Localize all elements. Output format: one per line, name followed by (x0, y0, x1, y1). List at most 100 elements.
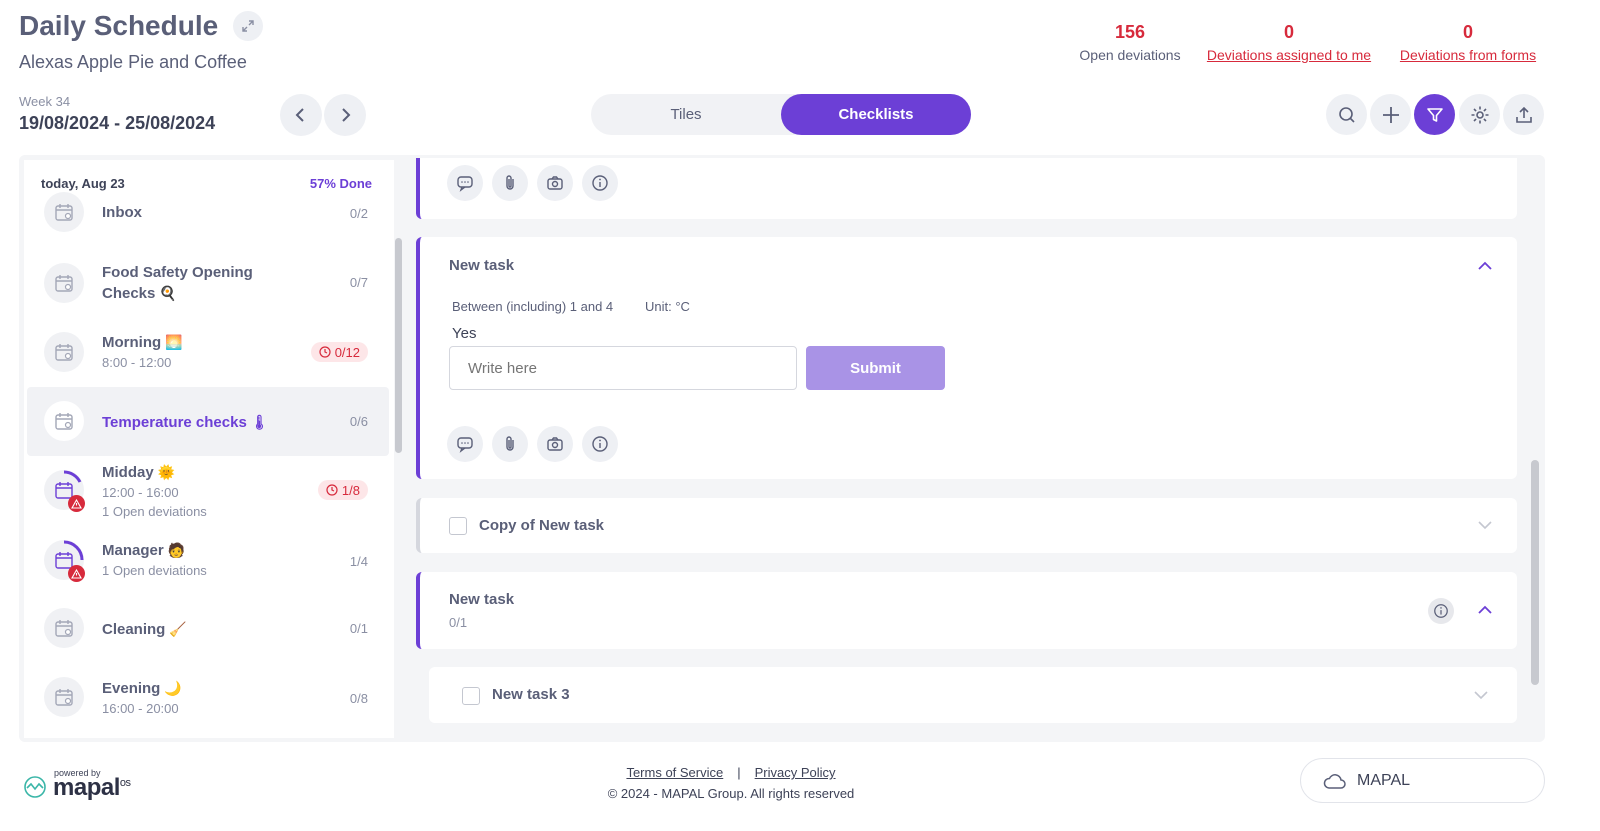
calendar-icon (44, 608, 84, 648)
stat-label: Open deviations (1079, 47, 1181, 63)
stat-value: 0 (1283, 22, 1294, 42)
info-button[interactable] (1428, 598, 1454, 624)
sidebar-item-time: 12:00 - 16:00 (102, 485, 179, 500)
task-answer: Yes (452, 325, 477, 342)
sidebar-item-deviations: 1 Open deviations (102, 563, 207, 578)
calendar-icon (44, 263, 84, 303)
sidebar-item-food-safety[interactable]: Food Safety Opening Checks 🍳 0/7 (27, 260, 389, 310)
footer-separator: | (737, 765, 741, 780)
chevron-down-icon (1474, 691, 1488, 700)
task-card-previous (416, 158, 1517, 219)
stat-assigned-to-me[interactable]: 0 Deviations assigned to me (1198, 22, 1380, 63)
thermometer-icon: 🌡 (250, 414, 269, 430)
privacy-link[interactable]: Privacy Policy (755, 765, 836, 780)
collapse-group-button[interactable] (1475, 600, 1495, 620)
sidebar-item-count: 0/8 (349, 691, 368, 706)
chevron-right-icon (342, 108, 351, 122)
badge-count: 0/12 (334, 344, 360, 360)
sidebar-date: today, Aug 23 (41, 176, 125, 191)
sidebar-item-midday[interactable]: Midday 🌞 12:00 - 16:00 1 Open deviations … (27, 462, 389, 524)
task-group-card[interactable]: New task 0/1 (416, 572, 1517, 649)
egg-icon: 🍳 (159, 285, 177, 301)
task-checkbox[interactable] (462, 687, 480, 705)
badge-count: 1/8 (341, 482, 360, 498)
copyright: © 2024 - MAPAL Group. All rights reserve… (607, 786, 855, 801)
calendar-icon (44, 332, 84, 372)
settings-button[interactable] (1459, 94, 1500, 135)
filter-button[interactable] (1414, 94, 1455, 135)
sidebar-scrollbar[interactable] (395, 238, 402, 453)
camera-button[interactable] (537, 426, 573, 462)
stat-link[interactable]: Deviations assigned to me (1198, 47, 1380, 63)
task-title: Copy of New task (479, 517, 605, 534)
sidebar-item-label: Evening 🌙 (102, 678, 182, 699)
stat-from-forms[interactable]: 0 Deviations from forms (1391, 22, 1545, 63)
export-button[interactable] (1503, 94, 1544, 135)
task-card-copy[interactable]: Copy of New task (416, 498, 1517, 553)
subtask-card[interactable]: New task 3 (429, 667, 1517, 723)
search-icon (1338, 106, 1355, 123)
comment-icon (457, 176, 473, 192)
answer-input[interactable] (449, 346, 797, 390)
tab-tiles[interactable]: Tiles (591, 94, 781, 135)
collapse-button[interactable] (1475, 256, 1495, 276)
paperclip-icon (506, 436, 514, 451)
tasks-scrollbar[interactable] (1531, 460, 1539, 685)
info-icon (592, 436, 608, 452)
info-button[interactable] (582, 426, 618, 462)
attach-button[interactable] (492, 165, 528, 201)
tab-checklists[interactable]: Checklists (781, 94, 971, 135)
sidebar-item-label: Manager 🧑 (102, 540, 185, 561)
expand-task-button[interactable] (1471, 685, 1491, 705)
comment-button[interactable] (447, 426, 483, 462)
view-toggle: Tiles Checklists (591, 94, 971, 135)
task-title: New task (449, 591, 515, 608)
filter-icon (1426, 107, 1443, 122)
prev-week-button[interactable] (280, 94, 322, 136)
upload-icon (1515, 106, 1532, 123)
sidebar-item-manager[interactable]: Manager 🧑 1 Open deviations 1/4 (27, 540, 389, 592)
search-button[interactable] (1326, 94, 1367, 135)
sidebar-item-count: 0/7 (349, 275, 368, 290)
sidebar-item-cleaning[interactable]: Cleaning 🧹 0/1 (27, 608, 389, 652)
calendar-icon (44, 401, 84, 441)
chevron-up-icon (1478, 605, 1492, 614)
expand-task-button[interactable] (1475, 515, 1495, 535)
attach-button[interactable] (492, 426, 528, 462)
chevron-up-icon (1478, 261, 1492, 270)
week-label: Week 34 (19, 94, 71, 109)
task-checkbox[interactable] (449, 517, 467, 535)
task-title: New task (449, 257, 515, 274)
sidebar-progress: 57% Done (309, 176, 372, 191)
sidebar-item-morning[interactable]: Morning 🌅 8:00 - 12:00 0/12 (27, 330, 389, 380)
sun-icon: 🌞 (157, 464, 176, 480)
camera-button[interactable] (537, 165, 573, 201)
sidebar-item-label: Midday 🌞 (102, 462, 175, 483)
sidebar-item-evening[interactable]: Evening 🌙 16:00 - 20:00 0/8 (27, 677, 389, 727)
camera-icon (547, 437, 563, 451)
sidebar-item-time: 8:00 - 12:00 (102, 355, 172, 370)
calendar-icon (44, 192, 84, 232)
info-icon (1434, 604, 1448, 618)
terms-link[interactable]: Terms of Service (626, 765, 723, 780)
add-button[interactable] (1370, 94, 1411, 135)
submit-button[interactable]: Submit (806, 346, 945, 390)
expand-button[interactable] (233, 11, 263, 41)
sidebar-item-temperature-checks[interactable]: Temperature checks 🌡 0/6 (27, 387, 389, 456)
plus-icon (1382, 106, 1399, 123)
sidebar-item-count: 0/1 (349, 621, 368, 636)
stat-value: 156 (1114, 22, 1146, 42)
broom-icon: 🧹 (169, 621, 187, 637)
next-week-button[interactable] (324, 94, 366, 136)
task-unit: Unit: °C (645, 299, 690, 314)
sidebar-item-inbox[interactable]: Inbox 0/2 (27, 192, 389, 238)
expand-icon (242, 20, 254, 32)
sidebar-item-label: Temperature checks 🌡 (102, 412, 269, 433)
stat-link[interactable]: Deviations from forms (1391, 47, 1545, 63)
task-actions (447, 165, 618, 201)
mapal-app-button[interactable]: MAPAL (1300, 758, 1545, 803)
task-actions (447, 426, 618, 462)
comment-button[interactable] (447, 165, 483, 201)
sidebar-item-count: 0/6 (349, 414, 368, 429)
info-button[interactable] (582, 165, 618, 201)
